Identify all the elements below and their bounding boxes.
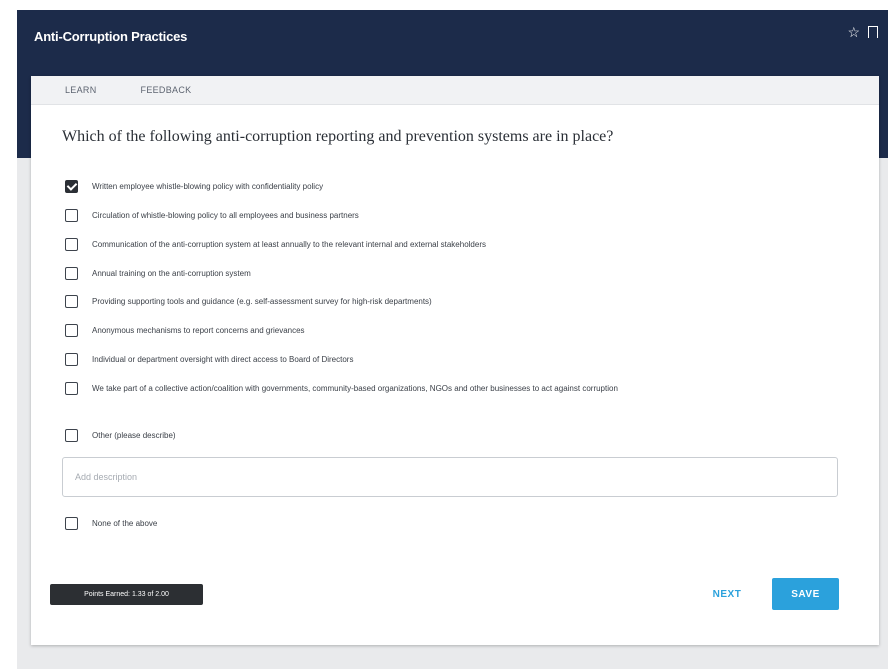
option-item[interactable]: Other (please describe) (65, 429, 825, 442)
checkbox[interactable] (65, 382, 78, 395)
checkbox[interactable] (65, 238, 78, 251)
option-item[interactable]: Circulation of whistle-blowing policy to… (65, 209, 825, 222)
option-label: Providing supporting tools and guidance … (92, 297, 432, 306)
bookmark-icon[interactable] (868, 26, 878, 38)
tab-feedback[interactable]: FEEDBACK (141, 85, 192, 95)
checkbox[interactable] (65, 324, 78, 337)
header-actions: ☆ (847, 24, 878, 41)
option-item[interactable]: We take part of a collective action/coal… (65, 382, 825, 395)
question-card: LEARN FEEDBACK Which of the following an… (31, 76, 879, 645)
option-item[interactable]: Annual training on the anti-corruption s… (65, 267, 825, 280)
tab-learn[interactable]: LEARN (65, 85, 97, 95)
page-title: Anti-Corruption Practices (34, 29, 188, 44)
option-label: Other (please describe) (92, 431, 176, 440)
tab-bar: LEARN FEEDBACK (31, 76, 879, 105)
option-label: Anonymous mechanisms to report concerns … (92, 326, 305, 335)
option-label: Written employee whistle-blowing policy … (92, 182, 324, 191)
checkbox[interactable] (65, 180, 78, 193)
option-item[interactable]: Communication of the anti-corruption sys… (65, 238, 825, 251)
option-item[interactable]: Anonymous mechanisms to report concerns … (65, 324, 825, 337)
points-badge: Points Earned: 1.33 of 2.00 (50, 584, 203, 605)
star-icon[interactable]: ☆ (847, 24, 860, 41)
checkbox[interactable] (65, 353, 78, 366)
checkbox[interactable] (65, 295, 78, 308)
option-item[interactable]: Written employee whistle-blowing policy … (65, 180, 825, 193)
checkbox[interactable] (65, 517, 78, 530)
next-button[interactable]: NEXT (693, 579, 761, 609)
option-label: We take part of a collective action/coal… (92, 384, 618, 393)
option-item[interactable]: Providing supporting tools and guidance … (65, 295, 825, 308)
checkbox[interactable] (65, 267, 78, 280)
option-item-none[interactable]: None of the above (65, 517, 825, 530)
option-label: Individual or department oversight with … (92, 355, 354, 364)
option-item[interactable]: Individual or department oversight with … (65, 353, 825, 366)
save-button[interactable]: SAVE (772, 578, 839, 610)
description-input[interactable] (62, 457, 838, 497)
option-label: Circulation of whistle-blowing policy to… (92, 211, 359, 220)
checkbox[interactable] (65, 429, 78, 442)
question-text: Which of the following anti-corruption r… (62, 128, 614, 145)
option-label: Annual training on the anti-corruption s… (92, 269, 251, 278)
checkbox[interactable] (65, 209, 78, 222)
option-label: Communication of the anti-corruption sys… (92, 240, 486, 249)
option-label: None of the above (92, 519, 158, 528)
